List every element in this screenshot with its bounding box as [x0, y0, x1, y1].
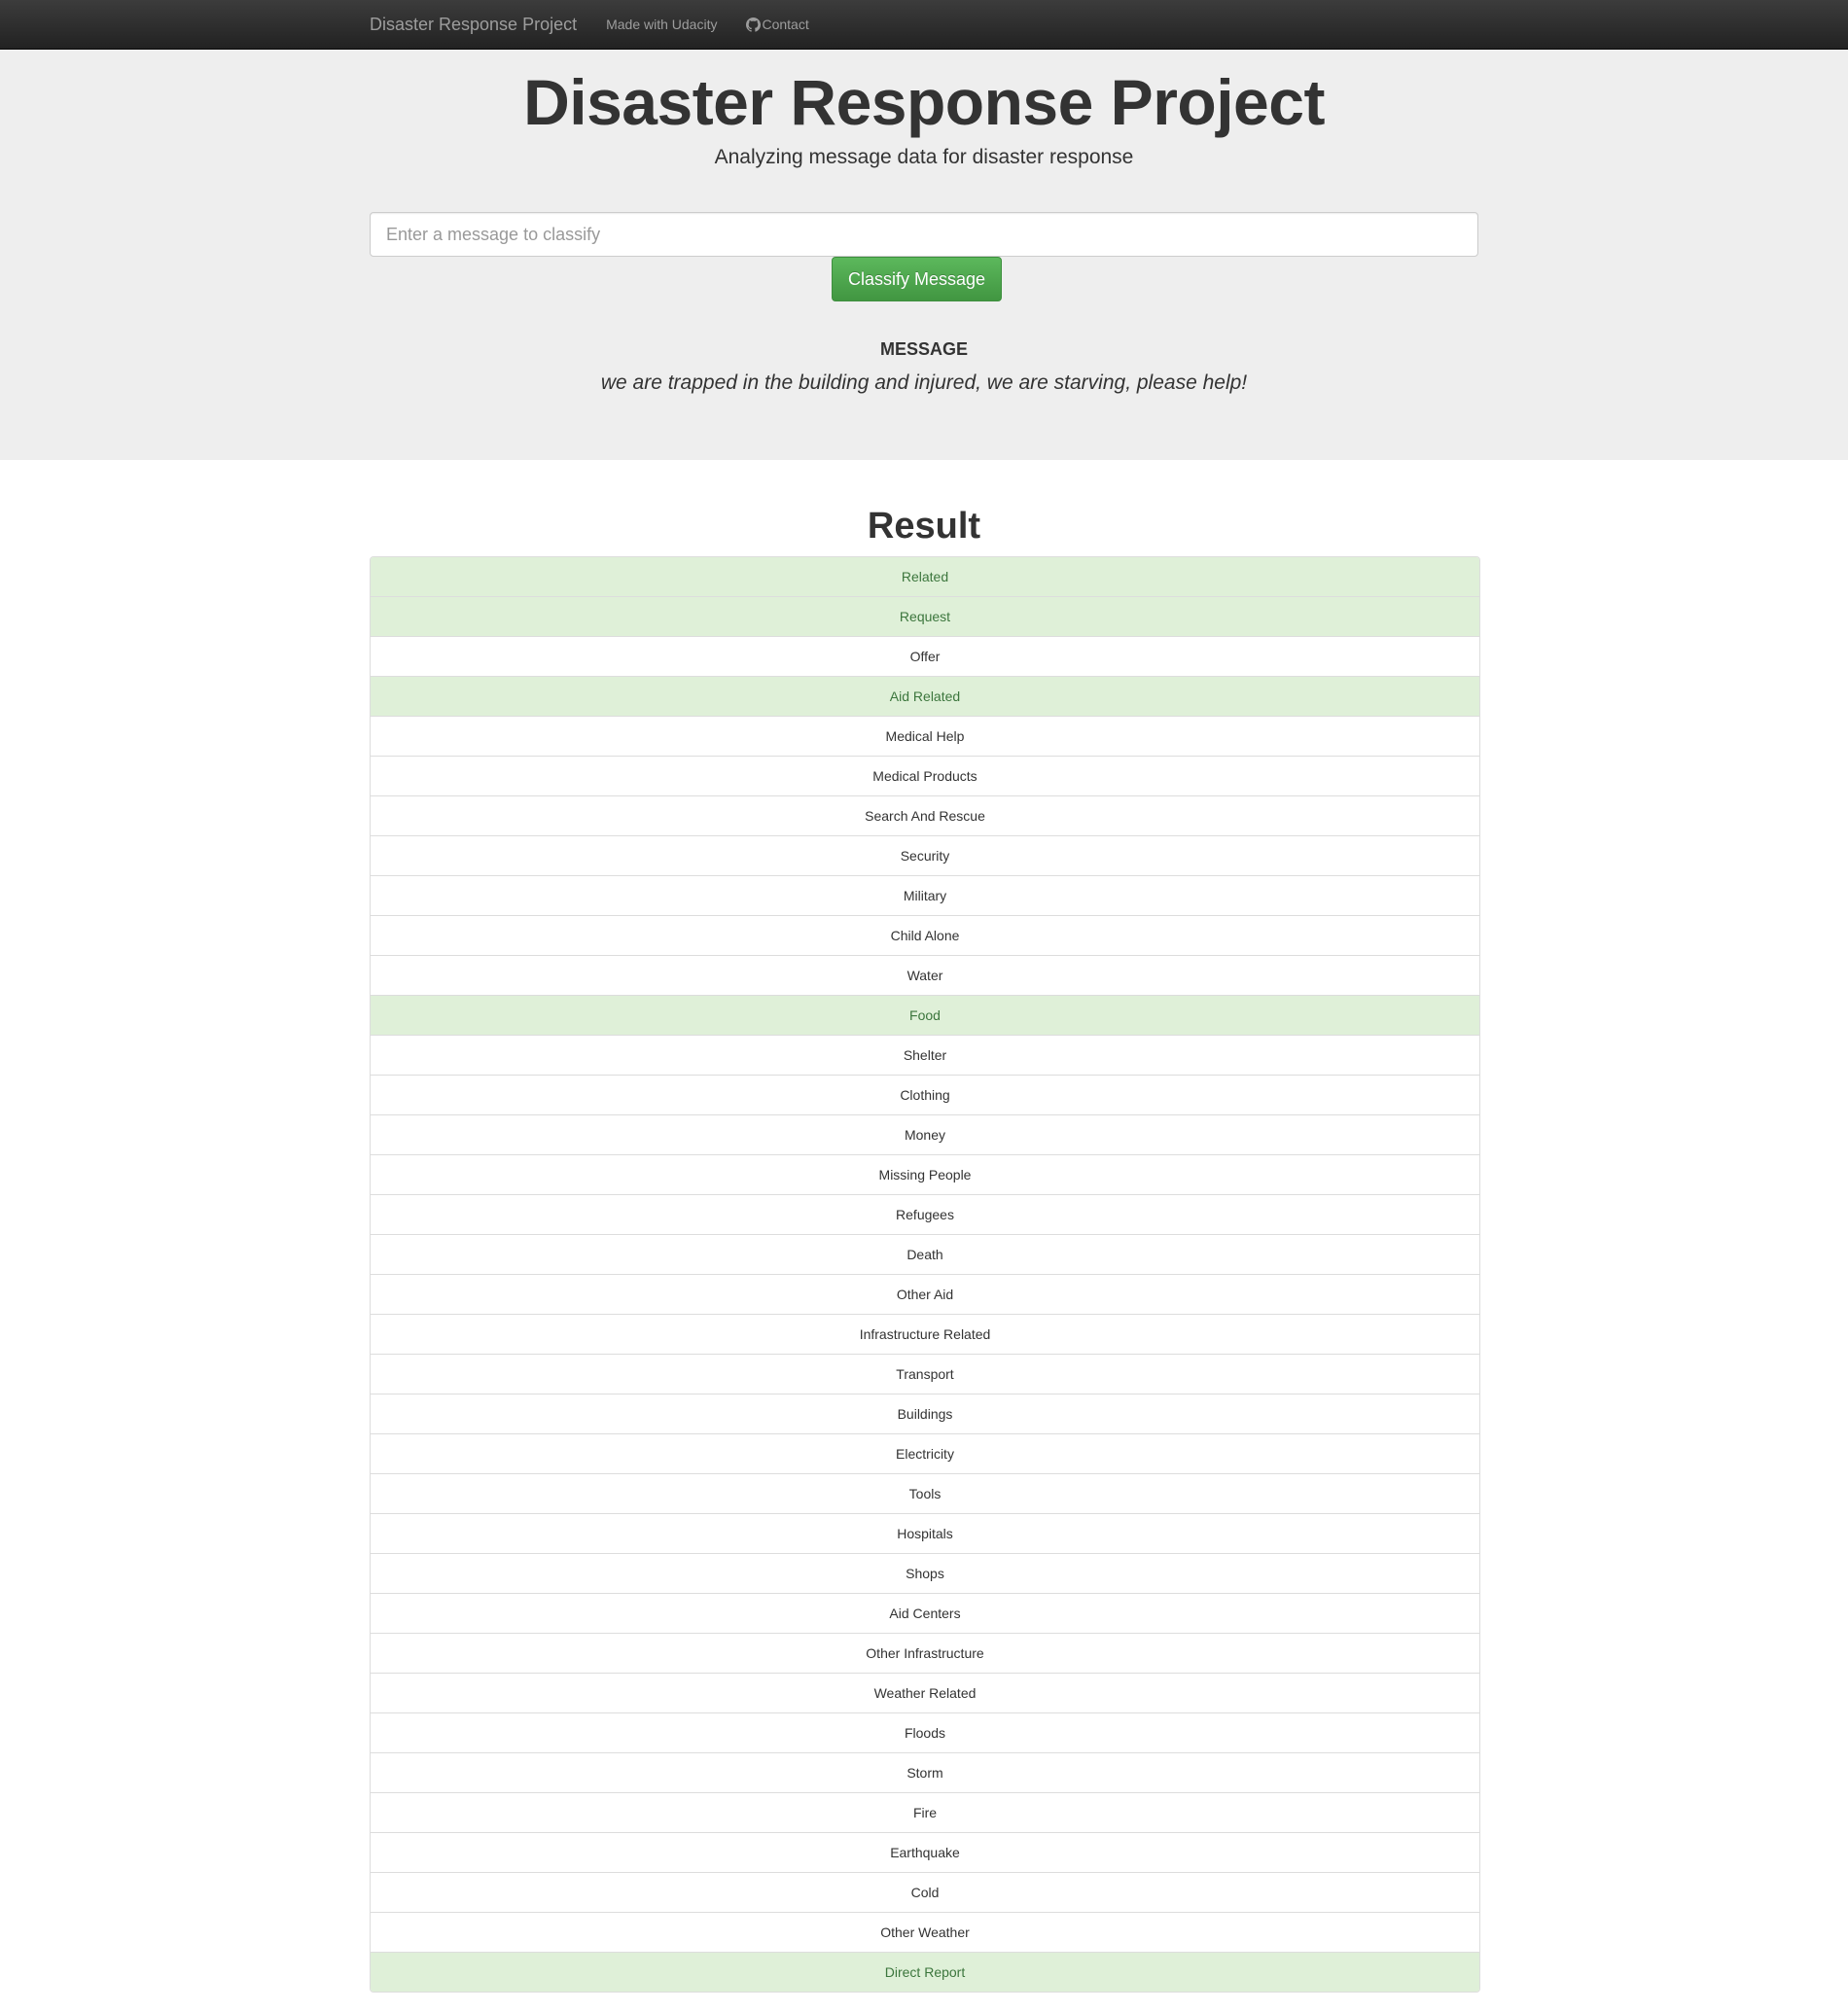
category-item: Direct Report [371, 1952, 1479, 1992]
category-item: Fire [371, 1792, 1479, 1832]
category-item: Earthquake [371, 1832, 1479, 1872]
github-icon [746, 17, 762, 32]
category-item: Electricity [371, 1433, 1479, 1473]
page-subtitle: Analyzing message data for disaster resp… [714, 146, 1134, 168]
category-item: Buildings [371, 1394, 1479, 1433]
category-item: Request [371, 596, 1479, 636]
category-item: Medical Products [371, 756, 1479, 795]
category-item: Infrastructure Related [371, 1314, 1479, 1354]
classify-message-button[interactable]: Classify Message [832, 257, 1002, 301]
nav-link-udacity-label: Made with Udacity [606, 17, 718, 32]
category-item: Refugees [371, 1194, 1479, 1234]
category-item: Security [371, 835, 1479, 875]
category-item: Offer [371, 636, 1479, 676]
category-item: Military [371, 875, 1479, 915]
page-title: Disaster Response Project [523, 66, 1325, 138]
message-input[interactable] [370, 212, 1478, 257]
nav-link-contact-label: Contact [762, 17, 809, 32]
category-item: Cold [371, 1872, 1479, 1912]
navbar-inner: Disaster Response Project Made with Udac… [370, 0, 838, 49]
category-item: Weather Related [371, 1673, 1479, 1712]
category-item: Hospitals [371, 1513, 1479, 1553]
category-item: Death [371, 1234, 1479, 1274]
result-title: Result [867, 506, 981, 547]
category-item: Aid Centers [371, 1593, 1479, 1633]
category-item: Other Infrastructure [371, 1633, 1479, 1673]
category-item: Missing People [371, 1154, 1479, 1194]
jumbotron: Disaster Response Project Analyzing mess… [0, 50, 1848, 460]
category-item: Child Alone [371, 915, 1479, 955]
category-item: Shelter [371, 1035, 1479, 1075]
category-item: Storm [371, 1752, 1479, 1792]
top-navbar: Disaster Response Project Made with Udac… [0, 0, 1848, 50]
category-item: Other Weather [371, 1912, 1479, 1952]
category-item: Food [371, 995, 1479, 1035]
category-item: Other Aid [371, 1274, 1479, 1314]
message-text: we are trapped in the building and injur… [600, 371, 1248, 394]
category-item: Medical Help [371, 716, 1479, 756]
nav-link-contact[interactable]: Contact [746, 17, 809, 32]
result-category-list: Related Request Offer Aid Related Medical He… [370, 556, 1480, 1993]
category-item: Related [371, 557, 1479, 596]
navbar-brand-link[interactable]: Disaster Response Project [370, 15, 577, 35]
category-item: Floods [371, 1712, 1479, 1752]
category-item: Search And Rescue [371, 795, 1479, 835]
category-item: Money [371, 1114, 1479, 1154]
category-item: Clothing [371, 1075, 1479, 1114]
category-item: Transport [371, 1354, 1479, 1394]
category-item: Shops [371, 1553, 1479, 1593]
message-heading: MESSAGE [879, 339, 969, 359]
category-item: Water [371, 955, 1479, 995]
nav-link-udacity[interactable]: Made with Udacity [606, 17, 717, 32]
category-item: Aid Related [371, 676, 1479, 716]
category-item: Tools [371, 1473, 1479, 1513]
